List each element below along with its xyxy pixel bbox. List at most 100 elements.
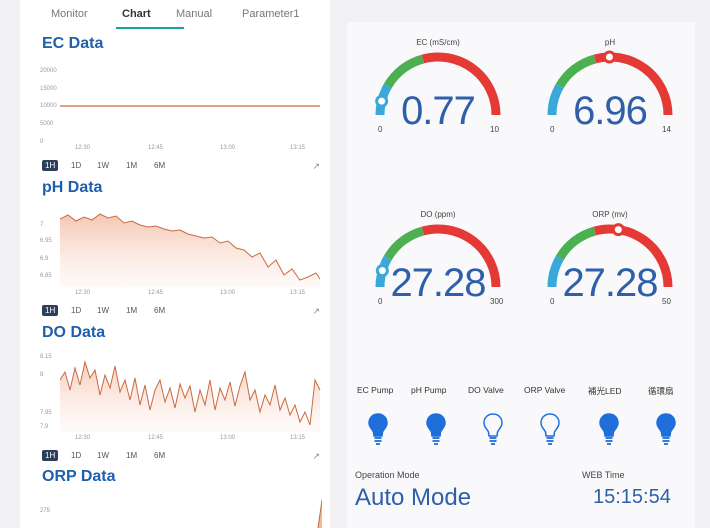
- gauge-arc-segment: [383, 54, 425, 89]
- ec-ytick: 10000: [40, 103, 57, 109]
- gauge-ec: EC (mS/cm) 0.77 0 10: [363, 37, 513, 177]
- do-range-selector: 1H 1D 1W 1M 6M ↗: [38, 449, 330, 465]
- ph-chart-title: pH Data: [42, 179, 103, 196]
- do-xtick: 13:00: [220, 435, 236, 441]
- ec-xtick: 12:45: [148, 145, 164, 151]
- ec-xtick: 12:30: [75, 145, 91, 151]
- chart-panel: Monitor Chart Manual Parameter1 EC Data …: [20, 0, 330, 528]
- lightbulb-icon[interactable]: [482, 412, 504, 446]
- gauge-max: 10: [490, 125, 499, 134]
- ph-xtick: 13:00: [220, 290, 236, 296]
- ec-chart-title: EC Data: [42, 35, 104, 52]
- ec-range-selector: 1H 1D 1W 1M 6M ↗: [38, 159, 330, 175]
- gauge-max: 50: [662, 297, 671, 306]
- gauge-value: 6.96: [573, 89, 648, 133]
- do-ytick: 7.95: [40, 410, 52, 416]
- ph-series-area: [60, 214, 320, 287]
- lightbulb-icon[interactable]: [539, 412, 561, 446]
- gauge-min: 0: [550, 125, 555, 134]
- range-1m[interactable]: 1M: [126, 161, 137, 170]
- gauge-value: 27.28: [390, 261, 486, 305]
- do-series-area: [60, 362, 320, 432]
- export-icon[interactable]: ↗: [312, 306, 320, 317]
- web-time-value: 15:15:54: [593, 486, 671, 508]
- lightbulb-icon[interactable]: [655, 412, 677, 446]
- gauge-max: 14: [662, 125, 671, 134]
- ph-ytick: 6.85: [40, 273, 52, 279]
- do-xtick: 12:45: [148, 435, 164, 441]
- ec-chart-plot: [60, 105, 320, 107]
- do-ytick: 8: [40, 372, 44, 378]
- ph-xtick: 12:30: [75, 290, 91, 296]
- range-1h[interactable]: 1H: [42, 160, 59, 171]
- lightbulb-icon[interactable]: [367, 412, 389, 446]
- gauge-min: 0: [550, 297, 555, 306]
- gauge-value: 0.77: [401, 89, 476, 133]
- ph-ytick: 6.9: [40, 256, 49, 262]
- range-1d[interactable]: 1D: [71, 451, 81, 460]
- web-time-label: WEB Time: [582, 470, 625, 480]
- range-1d[interactable]: 1D: [71, 161, 81, 170]
- gauge-arc-segment: [383, 226, 425, 261]
- gauge-arc-segment: [555, 226, 597, 261]
- gauge-min: 0: [378, 297, 383, 306]
- device-label-orp-valve: ORP Valve: [524, 385, 566, 395]
- lightbulb-icon[interactable]: [598, 412, 620, 446]
- device-label-fan: 循環扇: [648, 386, 674, 396]
- ec-ytick: 0: [40, 139, 44, 145]
- do-ytick: 8.15: [40, 354, 52, 360]
- orp-chart-plot: [317, 499, 322, 528]
- range-1h[interactable]: 1H: [42, 305, 59, 316]
- range-1m[interactable]: 1M: [126, 306, 137, 315]
- gauge-max: 300: [490, 297, 504, 306]
- do-ytick: 7.9: [40, 424, 49, 430]
- ph-ytick: 6.95: [40, 238, 52, 244]
- tab-bar: Monitor Chart Manual Parameter1: [20, 0, 330, 30]
- range-6m[interactable]: 6M: [154, 451, 165, 460]
- device-label-ph-pump: pH Pump: [411, 385, 447, 395]
- gauge-pointer: [611, 223, 625, 237]
- device-label-do-valve: DO Valve: [468, 385, 504, 395]
- range-1h[interactable]: 1H: [42, 450, 59, 461]
- operation-mode-value: Auto Mode: [355, 484, 472, 511]
- ph-chart-plot: [60, 213, 321, 287]
- operation-mode-label: Operation Mode: [355, 470, 420, 480]
- do-chart-title: DO Data: [42, 324, 106, 341]
- gauge-orp: ORP (mv) 27.28 0 50: [535, 209, 685, 349]
- gauge-min: 0: [378, 125, 383, 134]
- tab-parameter1[interactable]: Parameter1: [242, 8, 299, 20]
- gauge-do: DO (ppm) 27.28 0 300: [363, 209, 513, 349]
- tab-monitor[interactable]: Monitor: [51, 8, 88, 20]
- range-1w[interactable]: 1W: [97, 161, 109, 170]
- do-chart-plot: [60, 360, 321, 432]
- range-1d[interactable]: 1D: [71, 306, 81, 315]
- ph-ytick: 7: [40, 222, 44, 228]
- ec-xtick: 13:00: [220, 145, 236, 151]
- orp-ytick: 275: [40, 508, 51, 514]
- device-label-ec-pump: EC Pump: [357, 385, 394, 395]
- gauge-ph: pH 6.96 0 14: [535, 37, 685, 177]
- export-icon[interactable]: ↗: [312, 451, 320, 462]
- range-6m[interactable]: 6M: [154, 161, 165, 170]
- ec-ytick: 5000: [40, 121, 54, 127]
- do-xtick: 12:30: [75, 435, 91, 441]
- ph-xtick: 13:15: [290, 290, 306, 296]
- tab-manual[interactable]: Manual: [176, 8, 212, 20]
- gauge-arc-segment: [555, 54, 597, 89]
- range-1m[interactable]: 1M: [126, 451, 137, 460]
- gauge-value: 27.28: [562, 261, 658, 305]
- range-1w[interactable]: 1W: [97, 451, 109, 460]
- ec-ytick: 20000: [40, 68, 57, 74]
- ec-ytick: 15000: [40, 86, 57, 92]
- lightbulb-icon[interactable]: [425, 412, 447, 446]
- do-xtick: 13:15: [290, 435, 306, 441]
- orp-chart-title: ORP Data: [42, 468, 116, 485]
- ec-xtick: 13:15: [290, 145, 306, 151]
- ph-range-selector: 1H 1D 1W 1M 6M ↗: [38, 304, 330, 320]
- export-icon[interactable]: ↗: [312, 161, 320, 172]
- monitor-panel: EC (mS/cm) 0.77 0 10 pH 6.96 0 14 DO (ppm) 27.2…: [347, 22, 695, 528]
- range-6m[interactable]: 6M: [154, 306, 165, 315]
- tab-chart[interactable]: Chart: [122, 8, 151, 20]
- ph-xtick: 12:45: [148, 290, 164, 296]
- range-1w[interactable]: 1W: [97, 306, 109, 315]
